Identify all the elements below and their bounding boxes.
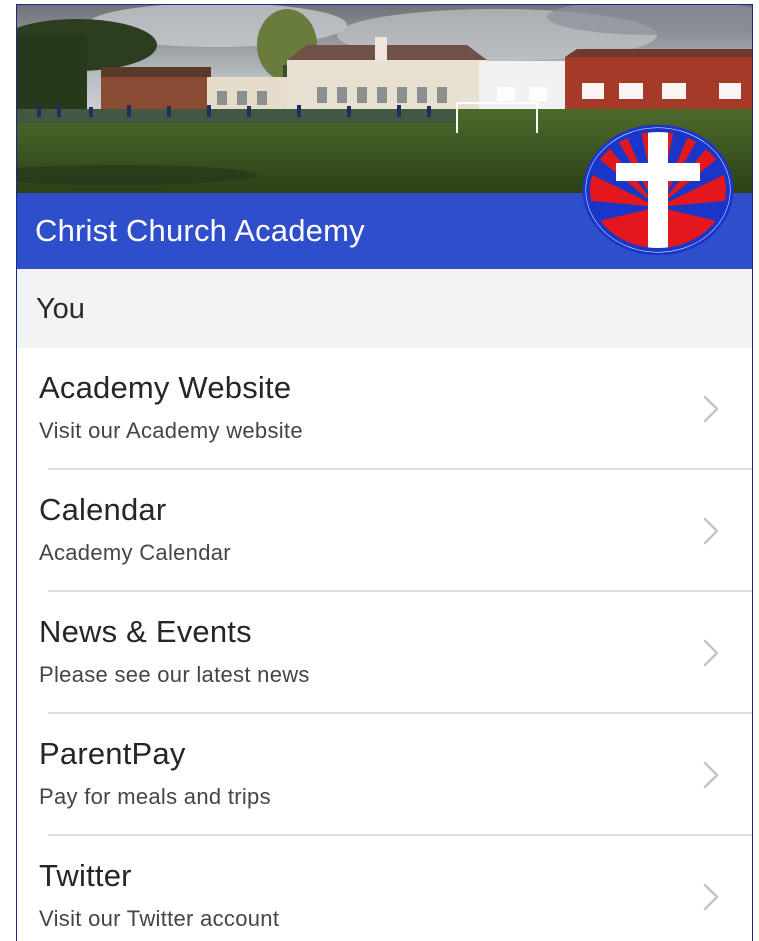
menu-item-title: Academy Website [39, 370, 292, 405]
menu-list: Academy Website Visit our Academy websit… [17, 348, 752, 941]
menu-item-subtitle: Academy Calendar [39, 540, 231, 565]
app-title: Christ Church Academy [35, 213, 365, 248]
menu-item-news-events[interactable]: News & Events Please see our latest news [17, 592, 752, 714]
menu-item-title: Calendar [39, 492, 167, 527]
menu-item-twitter[interactable]: Twitter Visit our Twitter account [17, 836, 752, 941]
section-label: You [36, 293, 85, 325]
menu-item-subtitle: Pay for meals and trips [39, 784, 271, 809]
menu-item-subtitle: Please see our latest news [39, 662, 310, 687]
menu-item-title: News & Events [39, 614, 252, 649]
chevron-right-icon [703, 883, 719, 911]
menu-item-parentpay[interactable]: ParentPay Pay for meals and trips [17, 714, 752, 836]
menu-item-title: Twitter [39, 858, 132, 893]
menu-item-subtitle: Visit our Academy website [39, 418, 303, 443]
menu-item-academy-website[interactable]: Academy Website Visit our Academy websit… [17, 348, 752, 470]
chevron-right-icon [703, 395, 719, 423]
chevron-right-icon [703, 517, 719, 545]
chevron-right-icon [703, 761, 719, 789]
menu-item-calendar[interactable]: Calendar Academy Calendar [17, 470, 752, 592]
academy-logo-icon [582, 124, 734, 256]
app-frame: Christ Church Academy You Academy Websit… [16, 4, 753, 941]
menu-item-subtitle: Visit our Twitter account [39, 906, 280, 931]
chevron-right-icon [703, 639, 719, 667]
menu-item-title: ParentPay [39, 736, 186, 771]
section-header: You [17, 269, 752, 348]
